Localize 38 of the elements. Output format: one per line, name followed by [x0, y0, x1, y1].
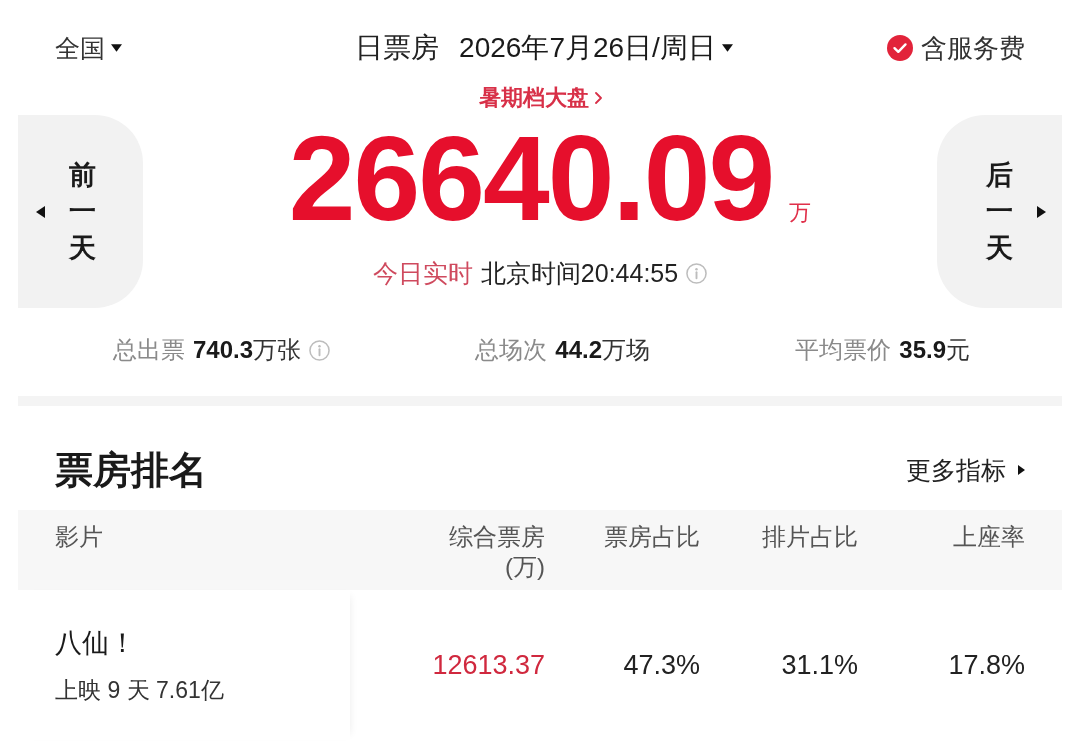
- chevron-right-icon: [594, 92, 602, 104]
- more-metrics-button[interactable]: 更多指标: [906, 453, 1025, 487]
- stat-label: 总出票: [113, 335, 185, 365]
- column-header: 影片: [55, 522, 103, 552]
- info-icon[interactable]: [309, 339, 331, 361]
- caret-down-icon: [111, 44, 122, 52]
- stat-value: 35.9元: [899, 335, 970, 365]
- service-fee-checkbox[interactable]: 含服务费: [887, 30, 1025, 66]
- section-title: 票房排名: [55, 447, 207, 493]
- next-day-button[interactable]: 后一天: [937, 115, 1062, 308]
- stat-value: 740.3万张: [193, 335, 302, 365]
- stat-label: 平均票价: [795, 335, 892, 365]
- movie-release-info: 上映 9 天 7.61亿: [55, 675, 224, 705]
- caret-down-icon: [721, 44, 733, 52]
- total-box-office: 26640.09: [288, 118, 774, 238]
- realtime-label: 今日实时: [372, 257, 473, 289]
- column-header: 综合票房 (万): [449, 522, 545, 582]
- table-cell: 12613.37: [432, 649, 545, 681]
- beijing-time: 北京时间20:44:55: [480, 257, 679, 289]
- summer-season-link[interactable]: 暑期档大盘: [478, 83, 602, 113]
- table-cell: 47.3%: [623, 649, 700, 681]
- triangle-right-icon: [1018, 465, 1025, 475]
- unit-label: 万: [789, 199, 812, 227]
- column-header: 票房占比: [604, 522, 700, 552]
- previous-day-button[interactable]: 前一天: [18, 115, 143, 308]
- table-cell: 17.8%: [948, 649, 1025, 681]
- page-title: 日票房: [355, 31, 440, 65]
- date-dropdown[interactable]: 2026年7月26日/周日: [459, 29, 733, 67]
- column-header: 上座率: [953, 522, 1025, 552]
- stat-value: 44.2万场: [555, 335, 651, 365]
- table-cell: 31.1%: [781, 649, 858, 681]
- region-dropdown[interactable]: 全国: [55, 31, 122, 65]
- movie-title[interactable]: 八仙！: [55, 624, 136, 661]
- info-icon[interactable]: [686, 262, 708, 284]
- column-header: 排片占比: [762, 522, 858, 552]
- stat-label: 总场次: [475, 335, 548, 365]
- triangle-right-icon: [1037, 205, 1046, 218]
- triangle-left-icon: [36, 205, 45, 218]
